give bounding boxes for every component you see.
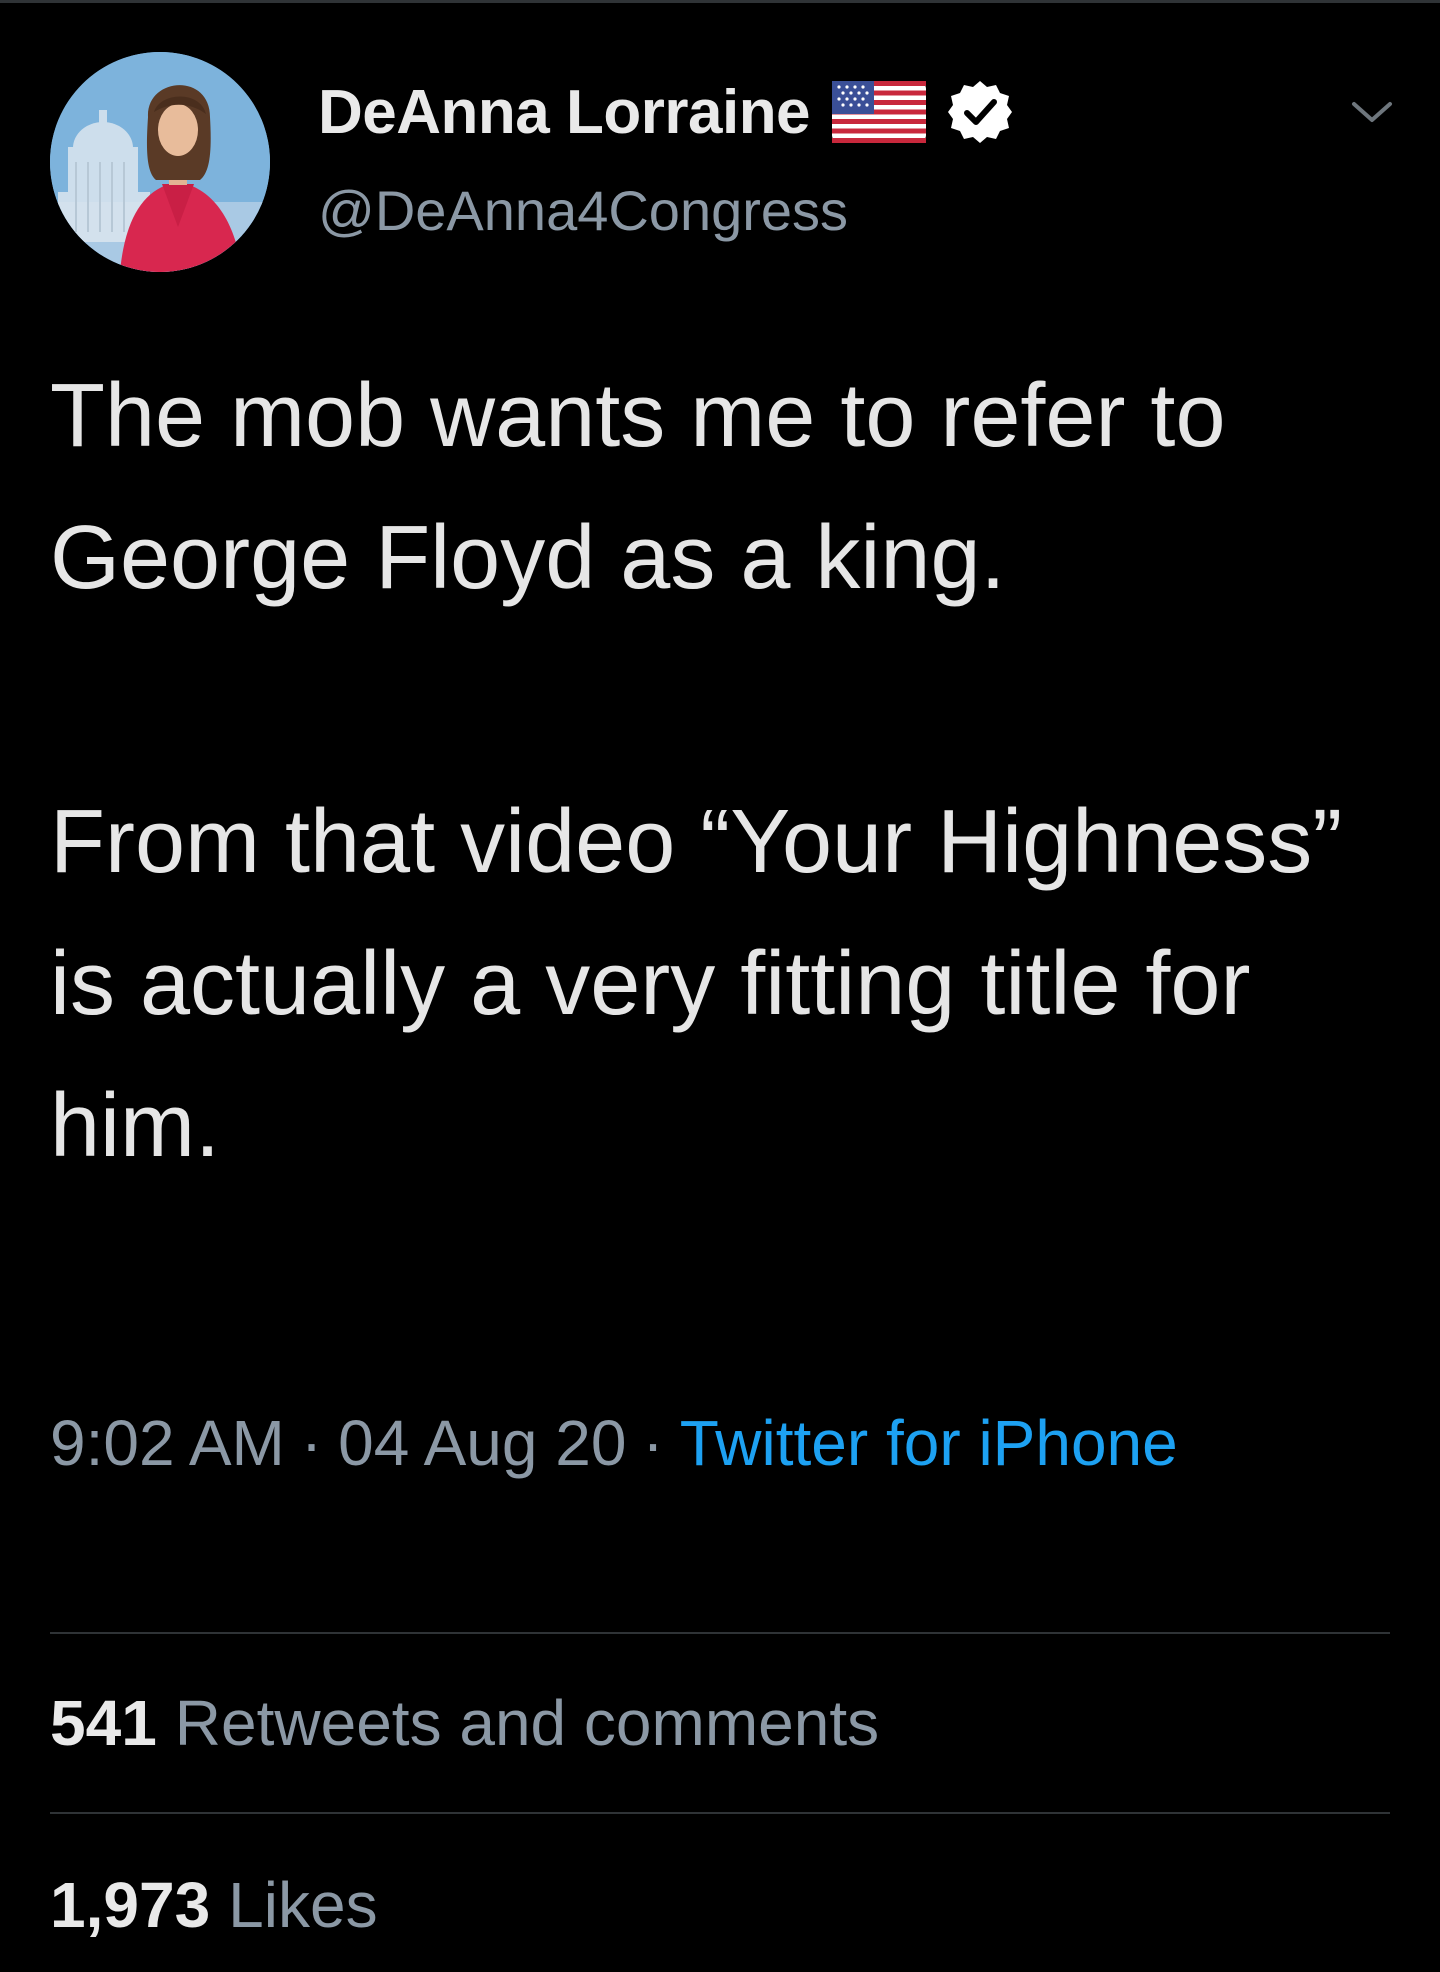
meta-separator: · <box>642 1407 664 1479</box>
retweets-stat[interactable]: 541 Retweets and comments <box>50 1686 879 1760</box>
meta-separator: · <box>300 1407 323 1479</box>
author-name-row[interactable]: DeAnna Lorraine <box>318 72 1014 152</box>
tweet-date: 04 Aug 20 <box>338 1407 627 1479</box>
tweet-time: 9:02 AM <box>50 1407 285 1479</box>
avatar[interactable] <box>50 52 270 272</box>
retweets-label: Retweets and comments <box>174 1687 880 1759</box>
likes-label: Likes <box>228 1869 378 1941</box>
tweet-paragraph: The mob wants me to refer to George Floy… <box>50 366 1226 608</box>
tweet-source-link[interactable]: Twitter for iPhone <box>680 1407 1178 1479</box>
top-divider <box>0 0 1440 3</box>
divider <box>50 1632 1390 1634</box>
profile-photo-icon <box>50 52 270 272</box>
tweet-meta: 9:02 AM · 04 Aug 20 · Twitter for iPhone <box>50 1392 1350 1494</box>
tweet-text: The mob wants me to refer to George Floy… <box>50 345 1390 1197</box>
author-handle[interactable]: @DeAnna4Congress <box>318 178 848 243</box>
author-display-name[interactable]: DeAnna Lorraine <box>318 77 811 148</box>
tweet-detail: DeAnna Lorraine @DeAnna4Congress The mob… <box>0 0 1440 1972</box>
tweet-paragraph: From that video “Your Highness” is actua… <box>50 792 1343 1176</box>
verified-badge-icon <box>946 78 1014 146</box>
chevron-down-icon[interactable] <box>1348 96 1396 128</box>
us-flag-icon <box>832 81 927 143</box>
likes-stat[interactable]: 1,973 Likes <box>50 1868 378 1942</box>
retweets-count: 541 <box>50 1687 157 1759</box>
divider <box>50 1812 1390 1814</box>
likes-count: 1,973 <box>50 1869 211 1941</box>
